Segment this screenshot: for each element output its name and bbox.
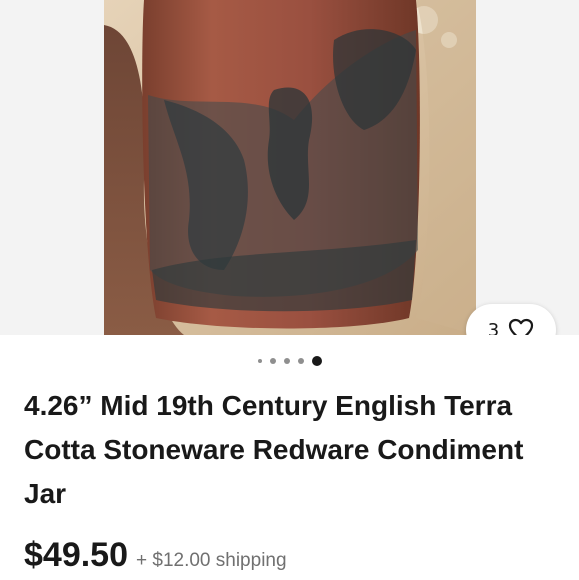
watch-button[interactable]: 3 xyxy=(466,304,556,335)
carousel-dot[interactable] xyxy=(297,358,304,364)
carousel-indicator xyxy=(0,355,579,367)
item-photo[interactable] xyxy=(104,0,476,335)
carousel-dot-active[interactable] xyxy=(311,356,322,366)
carousel-dot[interactable] xyxy=(257,359,262,363)
carousel-dot[interactable] xyxy=(269,358,276,364)
photo-gallery[interactable]: 3 xyxy=(0,0,579,335)
jar-image xyxy=(104,0,476,335)
watch-count: 3 xyxy=(487,319,500,336)
price-row: $49.50 + $12.00 shipping xyxy=(24,536,287,575)
heart-outline-icon xyxy=(508,318,534,335)
carousel-dot[interactable] xyxy=(283,358,290,364)
listing-price: $49.50 xyxy=(24,536,128,574)
shipping-cost: + $12.00 shipping xyxy=(136,550,287,571)
listing-title: 4.26” Mid 19th Century English Terra Cot… xyxy=(24,390,524,509)
